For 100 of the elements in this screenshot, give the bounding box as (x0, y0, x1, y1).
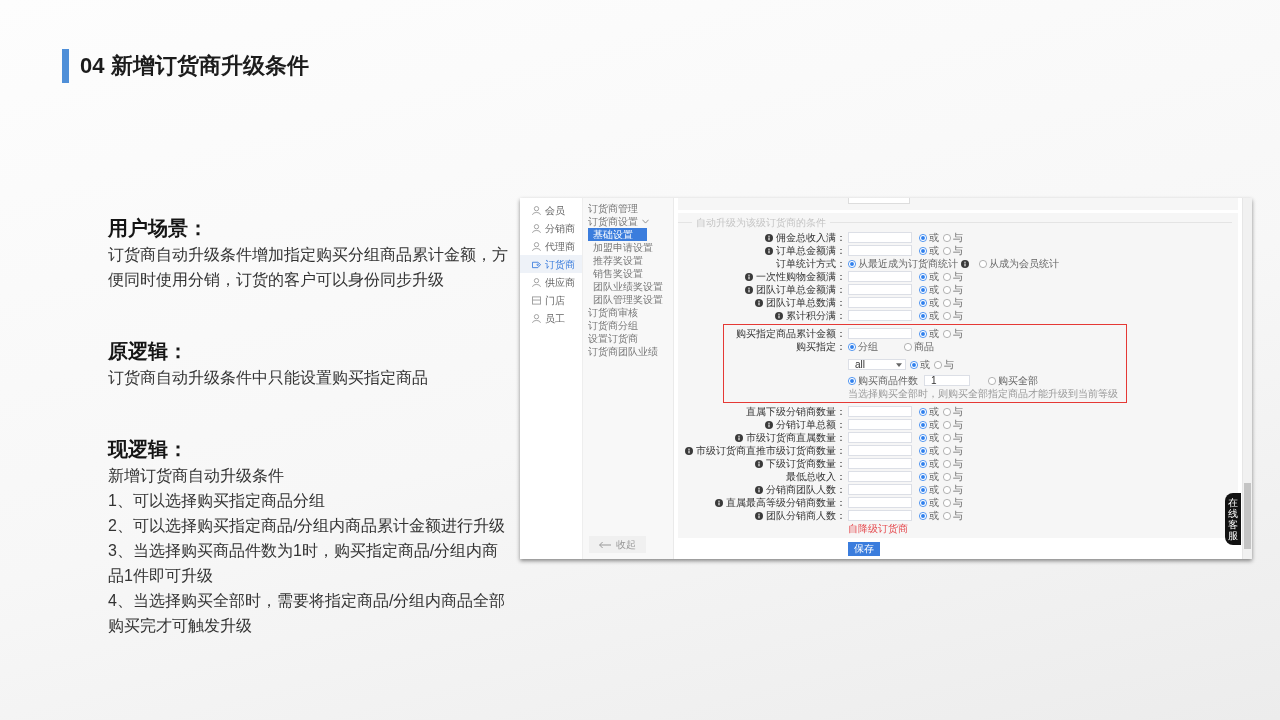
caret-icon (896, 362, 902, 367)
input-field[interactable] (848, 297, 912, 308)
sidebar-item[interactable]: 分销商 (520, 219, 582, 237)
radio-option[interactable]: 与 (943, 296, 963, 309)
menu-item[interactable]: 基础设置 (588, 228, 647, 241)
input-field[interactable] (848, 310, 912, 321)
input-field[interactable] (848, 406, 912, 417)
radio-option[interactable]: 购买全部 (988, 374, 1038, 387)
input-field[interactable]: 1 (924, 375, 970, 386)
menu-item[interactable]: 销售奖设置 (588, 267, 647, 280)
radio-option[interactable]: 或 (919, 231, 939, 244)
scrollbar[interactable] (1242, 198, 1252, 559)
radio-option[interactable]: 与 (943, 405, 963, 418)
radio-option[interactable]: 与 (943, 496, 963, 509)
radio-option[interactable]: 从最近成为订货商统计 (848, 257, 958, 270)
menu-item[interactable]: 设置订货商 (583, 332, 642, 345)
menu-item[interactable]: 订货商分组 (583, 319, 642, 332)
menu-item[interactable]: 订货商审核 (583, 306, 642, 319)
radio-option[interactable]: 或 (919, 444, 939, 457)
input-field[interactable] (848, 458, 912, 469)
radio-option[interactable]: 或 (919, 327, 939, 340)
radio-option[interactable]: 与 (943, 283, 963, 296)
radio-option[interactable]: 与 (943, 457, 963, 470)
sidebar-item[interactable]: 代理商 (520, 237, 582, 255)
input-field[interactable] (848, 471, 912, 482)
field-label: 最低总收入： (786, 470, 846, 483)
field-label: 市级订货商直属数量： (746, 431, 846, 444)
radio-option[interactable]: 或 (910, 358, 930, 371)
input-field[interactable] (848, 419, 912, 430)
sidebar-item[interactable]: 门店 (520, 291, 582, 309)
radio-option[interactable]: 与 (943, 444, 963, 457)
sidebar-item[interactable]: 订货商 (520, 255, 582, 273)
input-field[interactable] (848, 432, 912, 443)
person-icon (532, 277, 541, 287)
radio-option[interactable]: 购买商品件数 (848, 374, 918, 387)
radio-option[interactable]: 与 (943, 483, 963, 496)
field-label: 下级订货商数量： (766, 457, 846, 470)
radio-option[interactable]: 商品 (904, 340, 934, 353)
hint-text: 当选择购买全部时，则购买全部指定商品才能升级到当前等级 (848, 387, 1118, 400)
radio-option[interactable]: 或 (919, 270, 939, 283)
scrollbar-thumb[interactable] (1244, 483, 1251, 549)
input-field[interactable] (848, 328, 912, 339)
body-text: 订货商自动升级条件中只能设置购买指定商品 (108, 368, 429, 388)
radio-option[interactable]: 或 (919, 405, 939, 418)
link[interactable]: 自降级订货商 (848, 522, 908, 535)
person-icon (532, 205, 541, 215)
field-label: 购买指定： (796, 340, 846, 353)
menu-item[interactable]: 加盟申请设置 (588, 241, 657, 254)
radio-option[interactable]: 从成为会员统计 (979, 257, 1059, 270)
menu-item[interactable]: 订货商团队业绩 (583, 345, 662, 358)
radio-option[interactable]: 或 (919, 457, 939, 470)
field-label: 团队订单总数满： (766, 296, 846, 309)
input-field[interactable] (848, 284, 912, 295)
menu-item[interactable]: 团队管理奖设置 (588, 293, 667, 306)
save-button[interactable]: 保存 (848, 542, 880, 556)
input-field[interactable] (848, 484, 912, 495)
radio-option[interactable]: 与 (943, 431, 963, 444)
select-field[interactable]: all (848, 359, 906, 370)
menu-item[interactable]: 推荐奖设置 (588, 254, 647, 267)
radio-option[interactable]: 分组 (848, 340, 878, 353)
input-field[interactable] (848, 232, 912, 243)
radio-option[interactable]: 或 (919, 309, 939, 322)
field-label: 一次性购物金额满： (756, 270, 846, 283)
menu-item[interactable]: 团队业绩奖设置 (588, 280, 667, 293)
radio-option[interactable]: 与 (943, 309, 963, 322)
radio-option[interactable]: 或 (919, 496, 939, 509)
radio-option[interactable]: 或 (919, 431, 939, 444)
menu-item[interactable]: 订货商管理 (583, 202, 642, 215)
field-label: 订单统计方式： (776, 257, 846, 270)
input-field[interactable] (848, 497, 912, 508)
radio-option[interactable]: 或 (919, 483, 939, 496)
radio-option[interactable]: 或 (919, 283, 939, 296)
radio-option[interactable]: 与 (943, 418, 963, 431)
radio-option[interactable]: 与 (943, 231, 963, 244)
menu-item[interactable]: 订货商设置 (583, 215, 653, 228)
radio-option[interactable]: 与 (943, 470, 963, 483)
field-label: 分销商团队人数： (766, 483, 846, 496)
radio-option[interactable]: 或 (919, 418, 939, 431)
radio-option[interactable]: 与 (943, 327, 963, 340)
body-text: 2、可以选择购买指定商品/分组内商品累计金额进行升级 (108, 516, 507, 536)
input-field[interactable] (848, 245, 912, 256)
input-field[interactable] (848, 445, 912, 456)
sidebar-item[interactable]: 供应商 (520, 273, 582, 291)
radio-option[interactable]: 或 (919, 296, 939, 309)
radio-option[interactable]: 或 (919, 244, 939, 257)
radio-option[interactable]: 与 (943, 270, 963, 283)
radio-option[interactable]: 与 (934, 358, 954, 371)
input-field[interactable] (848, 198, 910, 204)
input-field[interactable] (848, 510, 912, 521)
radio-option[interactable]: 或 (919, 470, 939, 483)
sidebar-item[interactable]: 员工 (520, 309, 582, 327)
input-field[interactable] (848, 271, 912, 282)
sidebar-item[interactable]: 会员 (520, 201, 582, 219)
section-heading: 现逻辑： (108, 437, 189, 462)
radio-option[interactable]: 与 (943, 509, 963, 522)
radio-option[interactable]: 或 (919, 509, 939, 522)
radio-option[interactable]: 与 (943, 244, 963, 257)
arrow-left-icon (599, 540, 611, 549)
body-text: 3、当选择购买商品件数为1时，购买指定商品/分组内商品1件即可升级 (108, 541, 500, 586)
support-tab[interactable]: 在线客服 (1225, 493, 1241, 545)
